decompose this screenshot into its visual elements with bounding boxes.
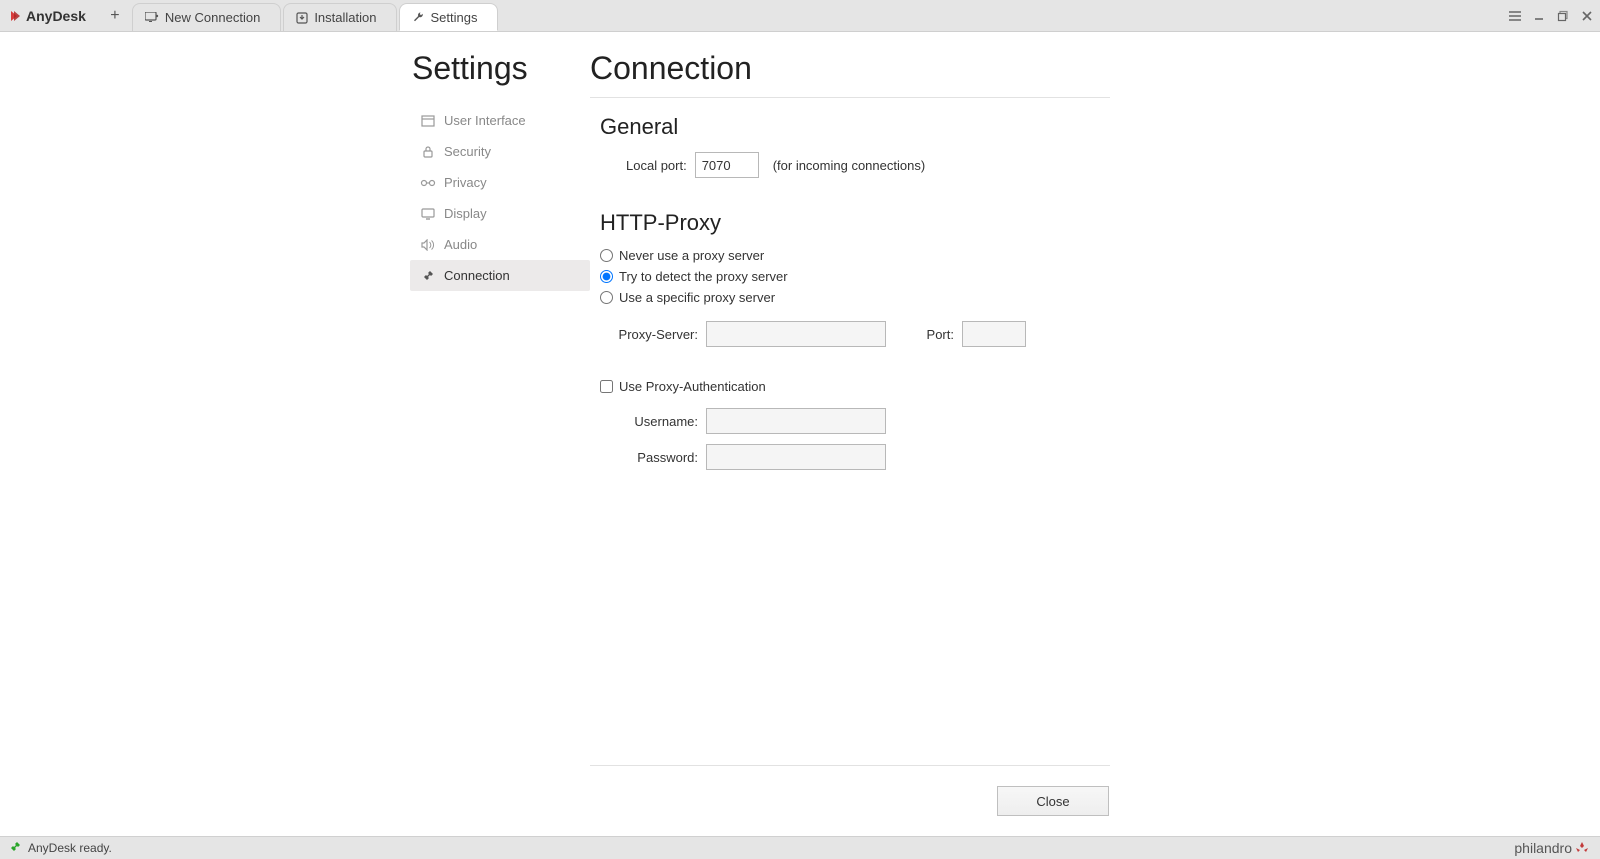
brand-label: philandro [1514, 837, 1590, 859]
minimize-button[interactable] [1530, 7, 1548, 25]
tab-label: Installation [314, 10, 376, 25]
sidebar-item-audio[interactable]: Audio [410, 229, 590, 260]
tab-label: New Connection [165, 10, 260, 25]
sidebar-item-label: Display [444, 206, 487, 221]
settings-nav-list: User Interface Security Privacy Display [410, 105, 590, 291]
proxy-password-label: Password: [618, 450, 698, 465]
divider [590, 97, 1110, 98]
maximize-button[interactable] [1554, 7, 1572, 25]
proxy-radio-specific[interactable]: Use a specific proxy server [600, 290, 1150, 305]
page-title: Connection [590, 50, 1150, 87]
sidebar-item-security[interactable]: Security [410, 136, 590, 167]
sidebar-item-label: Connection [444, 268, 510, 283]
display-icon [418, 208, 438, 220]
close-button[interactable]: Close [997, 786, 1109, 816]
local-port-input[interactable] [695, 152, 759, 178]
main-panel: Connection General Local port: (for inco… [590, 32, 1150, 836]
sidebar-item-label: User Interface [444, 113, 526, 128]
proxy-server-label: Proxy-Server: [618, 327, 698, 342]
tab-installation[interactable]: Installation [283, 3, 397, 31]
anydesk-logo-icon [8, 9, 22, 23]
app-name: AnyDesk [26, 8, 86, 24]
proxy-auth-label: Use Proxy-Authentication [619, 379, 766, 394]
app-title: AnyDesk [0, 0, 104, 31]
tab-label: Settings [430, 10, 477, 25]
local-port-hint: (for incoming connections) [773, 158, 925, 173]
settings-sidebar: Settings User Interface Security Privacy [410, 32, 590, 836]
proxy-radio-never-input[interactable] [600, 249, 613, 262]
proxy-auth-checkbox[interactable] [600, 380, 613, 393]
plug-icon [418, 269, 438, 283]
proxy-password-input[interactable] [706, 444, 886, 470]
sidebar-item-privacy[interactable]: Privacy [410, 167, 590, 198]
sidebar-item-user-interface[interactable]: User Interface [410, 105, 590, 136]
brand-text: philandro [1514, 840, 1572, 856]
sidebar-item-label: Audio [444, 237, 477, 252]
section-general-heading: General [600, 114, 1150, 140]
lock-icon [418, 145, 438, 159]
sidebar-item-label: Privacy [444, 175, 487, 190]
footer-area: Close [590, 765, 1150, 836]
monitor-icon [145, 12, 159, 24]
close-window-button[interactable] [1578, 7, 1596, 25]
proxy-port-label: Port: [906, 327, 954, 342]
sidebar-item-display[interactable]: Display [410, 198, 590, 229]
speaker-icon [418, 239, 438, 251]
proxy-username-label: Username: [618, 414, 698, 429]
install-icon [296, 12, 308, 24]
proxy-port-input[interactable] [962, 321, 1026, 347]
window-controls [1506, 0, 1596, 31]
proxy-radio-never[interactable]: Never use a proxy server [600, 248, 1150, 263]
tab-new-connection[interactable]: New Connection [132, 3, 281, 31]
proxy-radio-detect-input[interactable] [600, 270, 613, 283]
content-area: Settings User Interface Security Privacy [0, 32, 1600, 836]
proxy-radio-specific-label: Use a specific proxy server [619, 290, 775, 305]
status-text: AnyDesk ready. [28, 841, 112, 855]
left-gutter [0, 32, 410, 836]
sidebar-item-connection[interactable]: Connection [410, 260, 590, 291]
ui-icon [418, 115, 438, 127]
settings-heading: Settings [412, 50, 590, 87]
proxy-radio-specific-input[interactable] [600, 291, 613, 304]
proxy-server-row: Proxy-Server: Port: [618, 321, 1150, 347]
proxy-username-input[interactable] [706, 408, 886, 434]
proxy-server-input[interactable] [706, 321, 886, 347]
footer-divider [590, 765, 1110, 766]
glasses-icon [418, 179, 438, 187]
hamburger-menu-icon[interactable] [1506, 7, 1524, 25]
local-port-row: Local port: (for incoming connections) [626, 152, 1150, 178]
status-bar: AnyDesk ready. philandro [0, 836, 1600, 859]
proxy-radio-detect[interactable]: Try to detect the proxy server [600, 269, 1150, 284]
wrench-icon [412, 11, 424, 23]
section-proxy-heading: HTTP-Proxy [600, 210, 1150, 236]
proxy-auth-checkbox-row[interactable]: Use Proxy-Authentication [600, 379, 1150, 394]
brand-mark-icon [1574, 841, 1590, 855]
proxy-radio-never-label: Never use a proxy server [619, 248, 764, 263]
local-port-label: Local port: [626, 158, 687, 173]
sidebar-item-label: Security [444, 144, 491, 159]
new-tab-button[interactable]: + [104, 5, 126, 27]
status-ready-icon [8, 840, 20, 857]
tab-settings[interactable]: Settings [399, 3, 498, 31]
proxy-password-row: Password: [618, 444, 1150, 470]
tab-bar: AnyDesk + New Connection Installation Se… [0, 0, 1600, 32]
proxy-username-row: Username: [618, 408, 1150, 434]
proxy-radio-detect-label: Try to detect the proxy server [619, 269, 788, 284]
